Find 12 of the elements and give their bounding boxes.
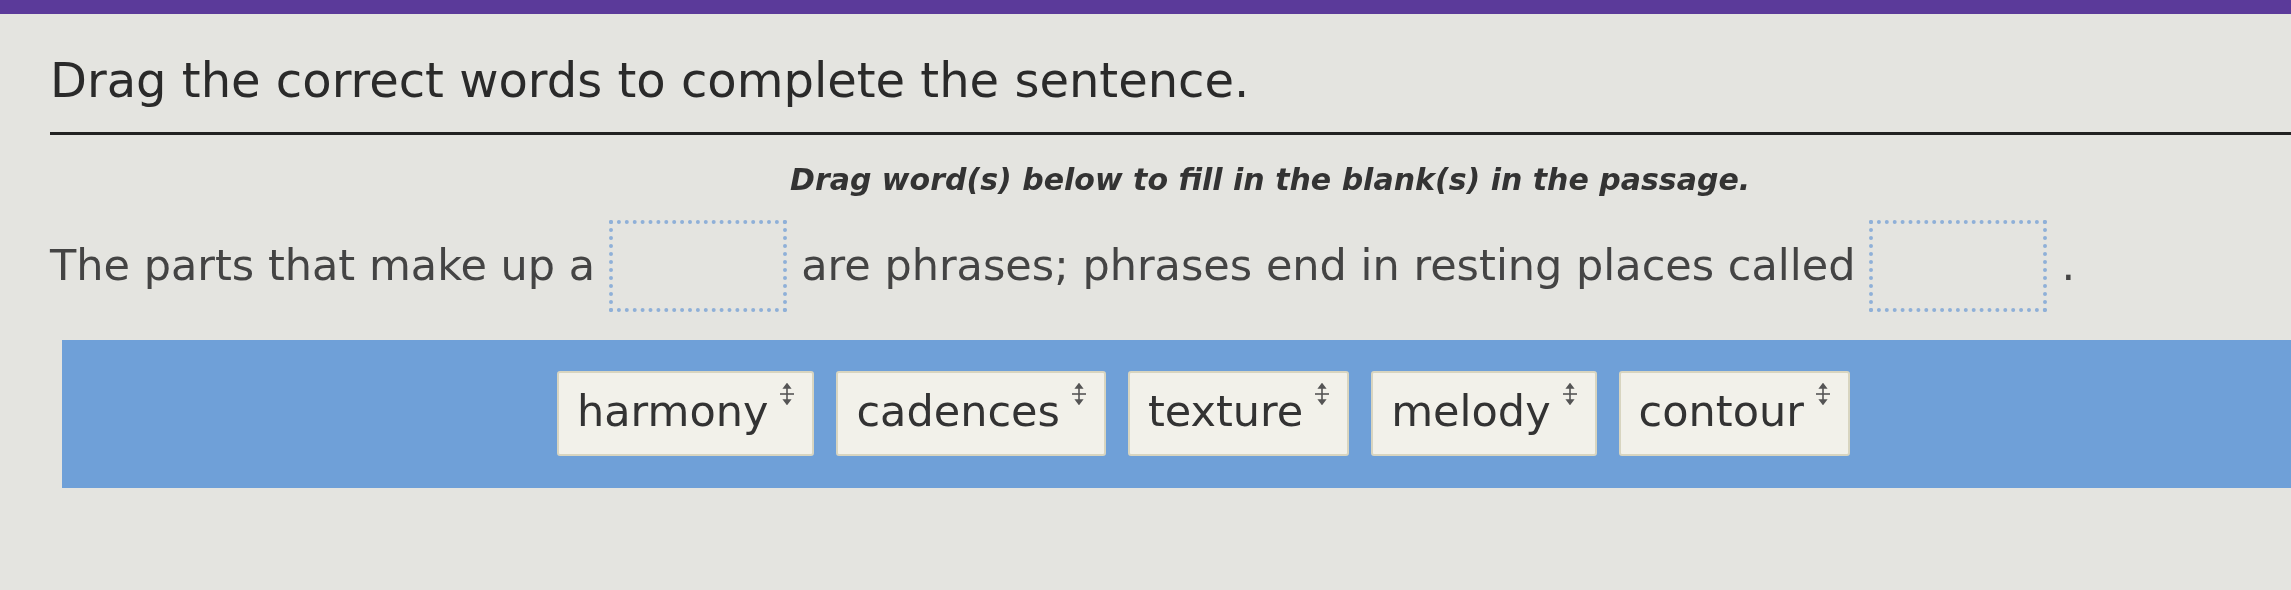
passage-text: The parts that make up a: [50, 239, 596, 293]
word-tile[interactable]: harmony: [557, 371, 815, 456]
passage-text: are phrases; phrases end in resting places called: [801, 239, 1856, 293]
instruction-text: Drag word(s) below to fill in the blank(s) in the passage.: [790, 160, 1752, 199]
drop-blank[interactable]: [609, 219, 788, 312]
passage-text: .: [2061, 239, 2076, 293]
question-title: Drag the correct words to complete the sentence.: [50, 52, 1251, 110]
word-tile[interactable]: contour: [1618, 371, 1850, 456]
word-tile[interactable]: melody: [1371, 371, 1597, 456]
word-tile[interactable]: cadences: [836, 371, 1106, 456]
word-tile[interactable]: texture: [1127, 371, 1350, 456]
drop-blank[interactable]: [1869, 219, 2048, 312]
